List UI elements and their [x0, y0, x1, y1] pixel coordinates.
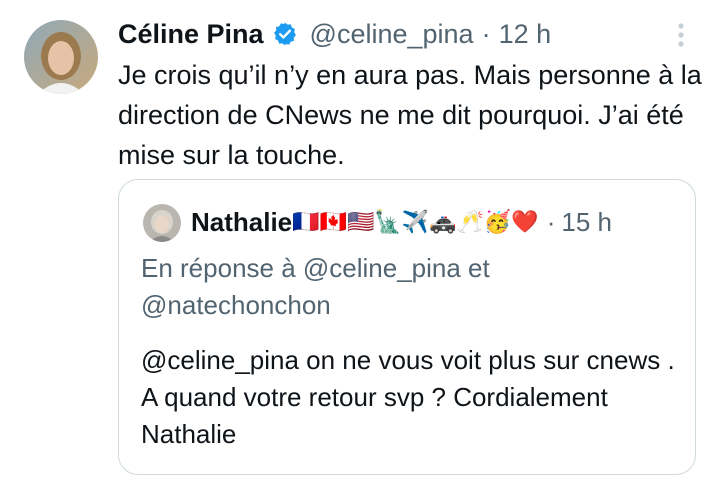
separator-dot: ·: [481, 18, 491, 49]
quoted-author-name[interactable]: Nathalie: [191, 207, 292, 238]
quoted-tweet-text: @celine_pina on ne vous voit plus sur cn…: [141, 345, 675, 449]
quoted-author-name-emojis: 🇫🇷🇨🇦🇺🇸🗽✈️🚓🥂🥳❤️: [292, 209, 539, 234]
author-handle[interactable]: @celine_pina: [310, 19, 474, 50]
quoted-tweet-timestamp[interactable]: 15 h: [561, 207, 612, 238]
more-options-button[interactable]: [666, 22, 696, 52]
tweet-timestamp[interactable]: 12 h: [499, 19, 552, 50]
quoted-author-avatar[interactable]: [143, 204, 181, 242]
quoted-tweet[interactable]: Nathalie 🇫🇷🇨🇦🇺🇸🗽✈️🚓🥂🥳❤️ · 15 h En répons…: [118, 179, 696, 475]
verified-badge-icon: [272, 21, 298, 47]
more-options-icon: [676, 21, 686, 54]
tweet-text: Je crois qu’il n’y en aura pas. Mais per…: [118, 60, 702, 170]
author-name[interactable]: Céline Pina: [118, 19, 264, 50]
tweet-header: Céline Pina @celine_pina · 12 h: [118, 16, 551, 52]
tweet[interactable]: Céline Pina @celine_pina · 12 h Je crois…: [0, 0, 720, 483]
author-avatar[interactable]: [24, 20, 98, 94]
separator-dot: ·: [546, 206, 556, 237]
quoted-tweet-header: Nathalie 🇫🇷🇨🇦🇺🇸🗽✈️🚓🥂🥳❤️ · 15 h: [191, 202, 612, 242]
reply-context: En réponse à @celine_pina et @natechonch…: [141, 253, 490, 320]
